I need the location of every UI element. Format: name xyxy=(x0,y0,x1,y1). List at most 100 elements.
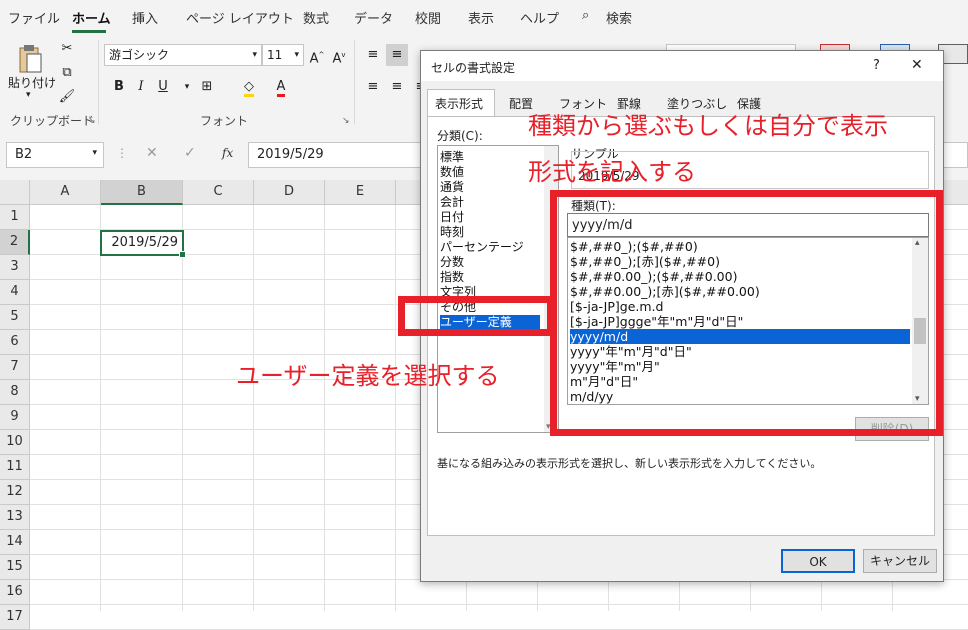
category-item[interactable]: 分数 xyxy=(440,255,464,270)
category-item[interactable]: 時刻 xyxy=(440,225,464,240)
tab-formulas[interactable]: 数式 xyxy=(303,8,329,27)
annotation-box-category xyxy=(398,296,554,336)
close-button[interactable]: ✕ xyxy=(911,57,923,73)
row-header[interactable]: 16 xyxy=(0,580,30,605)
chevron-down-icon: ▾ xyxy=(92,148,97,158)
tab-review[interactable]: 校閲 xyxy=(415,8,441,27)
group-divider xyxy=(354,40,355,124)
row-header[interactable]: 6 xyxy=(0,330,30,355)
column-header[interactable]: C xyxy=(183,180,254,205)
tab-search[interactable]: 検索 xyxy=(606,8,632,27)
chevron-down-icon: ▾ xyxy=(294,50,299,60)
annotation-text-top-line2: 形式を記入する xyxy=(528,158,696,186)
clipboard-icon xyxy=(19,45,42,73)
column-header[interactable]: B xyxy=(101,180,183,205)
row-header[interactable]: 12 xyxy=(0,480,30,505)
tab-home[interactable]: ホーム xyxy=(72,8,111,27)
name-box-value: B2 xyxy=(15,147,33,162)
copy-icon[interactable]: ⧉ xyxy=(56,62,78,84)
tab-data[interactable]: データ xyxy=(354,8,393,27)
category-item[interactable]: 数値 xyxy=(440,165,464,180)
dialog-launcher-icon[interactable]: ↘ xyxy=(88,116,96,126)
description-text: 基になる組み込みの表示形式を選択し、新しい表示形式を入力してください。 xyxy=(437,457,822,470)
group-divider xyxy=(98,40,99,124)
font-name-select[interactable]: 游ゴシック ▾ xyxy=(104,44,262,66)
increase-font-icon[interactable]: A^ xyxy=(306,44,328,66)
name-box[interactable]: B2 ▾ xyxy=(6,142,104,168)
row-header[interactable]: 4 xyxy=(0,280,30,305)
chevron-down-icon[interactable]: ▾ xyxy=(176,76,198,98)
font-size-value: 11 xyxy=(267,48,283,62)
column-header[interactable]: A xyxy=(30,180,101,205)
font-name-value: 游ゴシック xyxy=(109,48,170,62)
underline-button[interactable]: U xyxy=(152,76,174,98)
align-top-icon[interactable]: ≡ xyxy=(362,44,384,66)
column-gridline xyxy=(100,205,101,611)
fill-color-icon[interactable]: ◇ xyxy=(238,76,260,98)
tab-insert[interactable]: 挿入 xyxy=(132,8,158,27)
insert-function-button[interactable]: fx xyxy=(222,146,233,160)
ok-button[interactable]: OK xyxy=(781,549,855,573)
row-header[interactable]: 10 xyxy=(0,430,30,455)
category-item[interactable]: 会計 xyxy=(440,195,464,210)
row-header[interactable]: 9 xyxy=(0,405,30,430)
fill-handle[interactable] xyxy=(179,251,186,258)
row-header[interactable]: 14 xyxy=(0,530,30,555)
column-header[interactable]: D xyxy=(254,180,325,205)
tab-help[interactable]: ヘルプ xyxy=(520,8,559,27)
row-header[interactable]: 3 xyxy=(0,255,30,280)
align-middle-icon[interactable]: ≡ xyxy=(386,44,408,66)
select-all-corner[interactable] xyxy=(0,180,30,205)
dialog-title: セルの書式設定 xyxy=(431,61,516,75)
row-header[interactable]: 8 xyxy=(0,380,30,405)
row-header[interactable]: 15 xyxy=(0,555,30,580)
row-header[interactable]: 5 xyxy=(0,305,30,330)
category-item[interactable]: 日付 xyxy=(440,210,464,225)
column-header[interactable]: E xyxy=(325,180,396,205)
row-header[interactable]: 7 xyxy=(0,355,30,380)
chevron-down-icon[interactable]: ▾ xyxy=(26,90,31,100)
bold-button[interactable]: B xyxy=(108,76,130,98)
tab-view[interactable]: 表示 xyxy=(468,8,494,27)
row-header[interactable]: 11 xyxy=(0,455,30,480)
border-icon[interactable]: ⊞ xyxy=(196,76,218,98)
format-painter-icon[interactable]: 🖌 xyxy=(56,86,78,108)
dialog-launcher-icon[interactable]: ↘ xyxy=(342,116,350,126)
tab-file[interactable]: ファイル xyxy=(8,8,60,27)
column-gridline xyxy=(182,205,183,611)
category-item[interactable]: 指数 xyxy=(440,270,464,285)
active-tab-indicator xyxy=(72,30,106,33)
align-left-icon[interactable]: ≡ xyxy=(362,76,384,98)
cell-b2[interactable]: 2019/5/29 xyxy=(100,230,186,258)
paste-button[interactable] xyxy=(14,42,46,76)
row-header[interactable]: 2 xyxy=(0,230,30,255)
category-label: 分類(C): xyxy=(437,129,483,143)
decrease-font-icon[interactable]: Av xyxy=(328,44,350,66)
paste-label[interactable]: 貼り付け xyxy=(8,74,56,91)
formula-value: 2019/5/29 xyxy=(257,147,324,162)
cancel-icon[interactable]: ✕ xyxy=(146,145,158,161)
help-button[interactable]: ? xyxy=(873,58,880,73)
column-gridline xyxy=(395,205,396,611)
row-header[interactable]: 1 xyxy=(0,205,30,230)
category-item[interactable]: パーセンテージ xyxy=(440,240,524,255)
font-color-button[interactable]: A xyxy=(270,76,292,98)
enter-icon[interactable]: ✓ xyxy=(184,145,196,161)
cut-icon[interactable]: ✂ xyxy=(56,38,78,60)
ribbon-tab-bar: ファイル ホーム 挿入 ページ レイアウト 数式 データ 校閲 表示 ヘルプ ⌕… xyxy=(0,0,968,36)
cancel-button[interactable]: キャンセル xyxy=(863,549,937,573)
more-icon: ⋮ xyxy=(116,146,128,160)
row-header[interactable]: 13 xyxy=(0,505,30,530)
font-group-label: フォント xyxy=(200,114,249,128)
row-gridline xyxy=(30,604,968,605)
category-item[interactable]: 標準 xyxy=(440,150,464,165)
font-size-select[interactable]: 11 ▾ xyxy=(262,44,304,66)
tab-page-layout[interactable]: ページ レイアウト xyxy=(186,8,294,27)
tab-number-label: 表示形式 xyxy=(435,97,484,111)
italic-button[interactable]: I xyxy=(130,76,152,98)
row-header[interactable]: 17 xyxy=(0,605,30,630)
cell-b2-value: 2019/5/29 xyxy=(111,235,178,250)
category-item[interactable]: 通貨 xyxy=(440,180,464,195)
search-icon[interactable]: ⌕ xyxy=(582,8,589,23)
align-center-icon[interactable]: ≡ xyxy=(386,76,408,98)
